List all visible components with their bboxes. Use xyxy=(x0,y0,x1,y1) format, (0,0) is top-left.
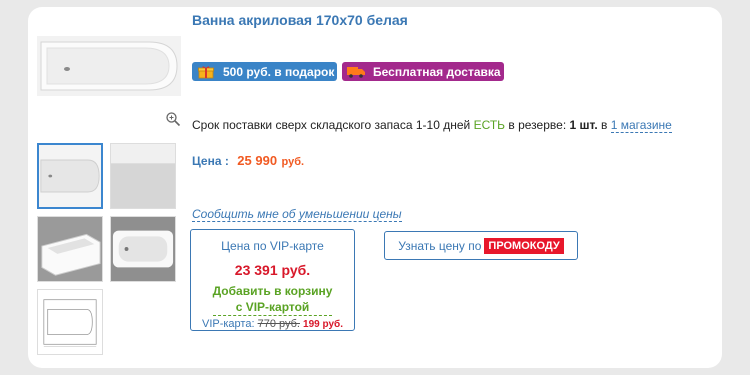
vip-card-label: VIP-карта: xyxy=(201,318,255,330)
thumbnail-image-4[interactable] xyxy=(110,216,176,282)
price-drop-notify-link[interactable]: Сообщить мне об уменьшении цены xyxy=(192,207,402,222)
gift-icon xyxy=(197,65,215,79)
stock-delivery-text: Срок поставки сверх складского запаса 1-… xyxy=(192,118,471,132)
vip-price: 23 391 руб. xyxy=(234,262,311,278)
thumbnail-image-5[interactable] xyxy=(37,289,103,355)
main-product-image[interactable] xyxy=(37,36,181,96)
stores-link[interactable]: 1 магазине xyxy=(610,118,672,133)
price-value: 25 990 xyxy=(237,153,278,168)
truck-icon xyxy=(347,65,365,79)
delivery-badge[interactable]: Бесплатная доставка xyxy=(342,62,504,81)
thumbnail-image-1[interactable] xyxy=(37,143,103,209)
vip-price-box: Цена по VIP-карте 23 391 руб. Добавить в… xyxy=(190,229,355,331)
reserve-quantity: 1 шт. xyxy=(569,118,598,132)
price-currency: руб. xyxy=(281,156,305,168)
price-label: Цена : xyxy=(192,154,229,168)
zoom-in-icon[interactable] xyxy=(165,111,181,127)
stock-status: ЕСТЬ xyxy=(473,118,506,132)
product-title[interactable]: Ванна акриловая 170х70 белая xyxy=(192,12,408,28)
promo-button-label: Узнать цену по xyxy=(398,238,482,253)
price-row: Цена : 25 990 руб. xyxy=(192,152,304,170)
reserve-label: в резерве: xyxy=(508,118,567,132)
stores-prefix: в xyxy=(601,118,608,132)
thumbnail-image-3[interactable] xyxy=(37,216,103,282)
gift-badge[interactable]: 500 руб. в подарок xyxy=(192,62,337,81)
promo-code-price-button[interactable]: Узнать цену по ПРОМОКОДУ xyxy=(384,231,578,260)
thumbnail-image-2[interactable] xyxy=(110,143,176,209)
add-to-cart-vip-line1: Добавить в корзину xyxy=(212,284,333,298)
gift-badge-label: 500 руб. в подарок xyxy=(223,64,335,79)
delivery-badge-label: Бесплатная доставка xyxy=(373,64,501,79)
stock-info: Срок поставки сверх складского запаса 1-… xyxy=(192,118,672,133)
promo-tag: ПРОМОКОДУ xyxy=(484,237,564,254)
vip-card-old-price: 770 руб. xyxy=(257,318,300,330)
add-to-cart-vip-link[interactable]: Добавить в корзину с VIP-картой xyxy=(212,283,333,316)
vip-card-price: VIP-карта: 770 руб. 199 руб. xyxy=(191,318,354,330)
vip-title: Цена по VIP-карте xyxy=(221,239,324,253)
add-to-cart-vip-line2: с VIP-картой xyxy=(235,300,310,314)
vip-card-new-price: 199 руб. xyxy=(303,319,343,330)
